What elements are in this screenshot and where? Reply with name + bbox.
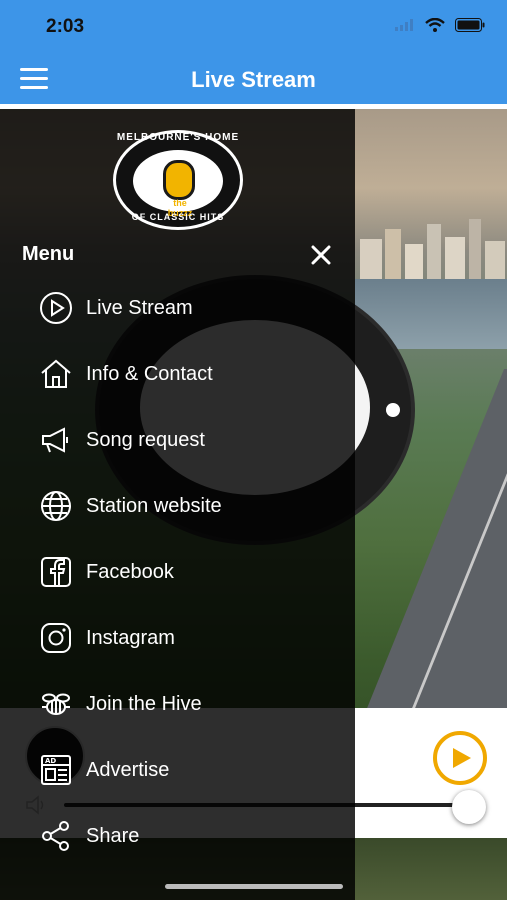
volume-slider-knob[interactable] — [452, 790, 486, 824]
globe-icon — [38, 488, 74, 524]
play-circle-icon — [38, 290, 74, 326]
menu-item-label: Share — [86, 824, 140, 847]
menu-item-label: Live Stream — [86, 296, 193, 319]
bee-icon — [38, 686, 74, 722]
menu-item-join-the-hive[interactable]: Join the Hive — [0, 679, 355, 729]
logo-top-text: MELBOURNE'S HOME — [116, 132, 240, 143]
menu-item-info-contact[interactable]: Info & Contact — [0, 349, 355, 399]
megaphone-icon — [38, 422, 74, 458]
menu-item-facebook[interactable]: Facebook — [0, 547, 355, 597]
play-button[interactable] — [433, 731, 487, 785]
signal-icon — [395, 19, 413, 31]
facebook-icon — [38, 554, 74, 590]
status-icons — [395, 18, 485, 32]
menu-item-label: Info & Contact — [86, 362, 213, 385]
status-bar: 2:03 — [0, 0, 507, 54]
menu-item-live-stream[interactable]: Live Stream — [0, 283, 355, 333]
home-indicator[interactable] — [165, 884, 343, 889]
logo-bottom-text: OF CLASSIC HITS — [131, 212, 225, 222]
menu-item-instagram[interactable]: Instagram — [0, 613, 355, 663]
menu-item-label: Facebook — [86, 560, 174, 583]
menu-item-share[interactable]: Share — [0, 811, 355, 861]
wifi-icon — [425, 18, 445, 32]
battery-icon — [455, 18, 485, 32]
bee-logo-icon — [163, 160, 195, 200]
house-icon — [38, 356, 74, 392]
close-icon[interactable] — [308, 242, 334, 268]
play-icon — [453, 748, 471, 768]
menu-item-label: Advertise — [86, 758, 170, 781]
app-header: Live Stream — [0, 54, 507, 106]
city-skyline — [360, 219, 505, 279]
ad-board-icon: AD — [38, 752, 74, 788]
instagram-icon — [38, 620, 74, 656]
menu-item-label: Song request — [86, 428, 205, 451]
svg-text:AD: AD — [45, 757, 56, 765]
menu-item-song-request[interactable]: Song request — [0, 415, 355, 465]
page-title: Live Stream — [191, 67, 316, 92]
status-time: 2:03 — [46, 16, 85, 37]
background-logo-dot — [386, 403, 400, 417]
share-icon — [38, 818, 74, 854]
menu-item-label: Station website — [86, 494, 222, 517]
menu-item-label: Join the Hive — [86, 692, 202, 715]
menu-item-label: Instagram — [86, 626, 175, 649]
menu-item-advertise[interactable]: AD Advertise — [0, 745, 355, 795]
menu-title: Menu — [22, 243, 75, 265]
menu-item-station-website[interactable]: Station website — [0, 481, 355, 531]
